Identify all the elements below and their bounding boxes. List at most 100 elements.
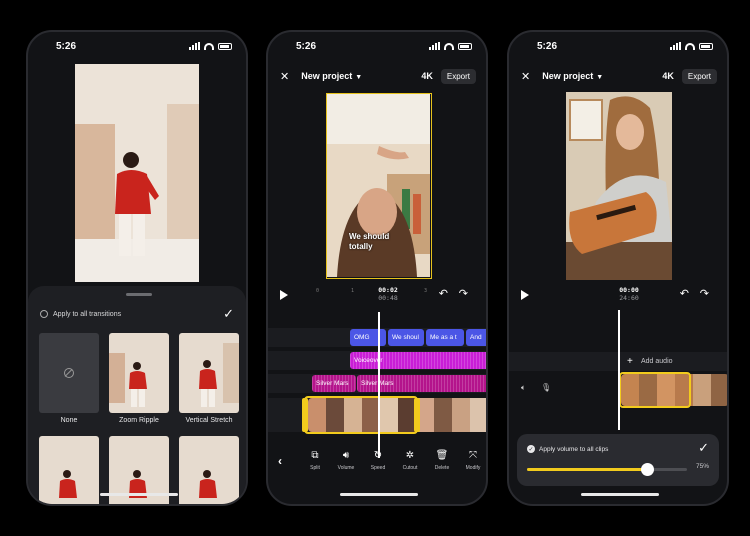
redo-icon[interactable]: ↷ bbox=[700, 287, 709, 300]
speaker-icon[interactable]: 🔈︎ bbox=[521, 383, 526, 393]
transition-label: None bbox=[60, 417, 78, 424]
clip-trim-handle-right[interactable] bbox=[414, 398, 420, 432]
editor-header: ✕ New project ▼ 4K Export bbox=[280, 68, 476, 84]
undo-icon[interactable]: ↶ bbox=[439, 287, 448, 300]
radio-icon[interactable] bbox=[40, 310, 48, 318]
tool-modify[interactable]: ⤧ Modify bbox=[458, 450, 486, 471]
chevron-down-icon: ▼ bbox=[596, 74, 604, 81]
volume-icon: 🔊︎ bbox=[342, 450, 350, 461]
redo-icon[interactable]: ↷ bbox=[459, 287, 468, 300]
project-title-dropdown[interactable]: New project ▼ bbox=[301, 71, 421, 81]
text-clip[interactable]: Me as a t bbox=[426, 329, 464, 346]
volume-percent: 75% bbox=[695, 463, 709, 470]
battery-icon bbox=[458, 42, 472, 50]
transition-label: Zoom Ripple bbox=[119, 417, 159, 424]
play-icon[interactable] bbox=[521, 290, 529, 300]
wifi-icon bbox=[204, 42, 214, 50]
text-clip[interactable]: OMG bbox=[350, 329, 386, 346]
ruler-tick: 0 bbox=[316, 288, 320, 294]
resolution-label[interactable]: 4K bbox=[662, 71, 674, 81]
voiceover-clip[interactable]: Voiceover bbox=[350, 352, 486, 369]
split-icon: ⧉ bbox=[311, 450, 319, 461]
sheet-grabber[interactable] bbox=[126, 293, 152, 296]
volume-slider-knob[interactable] bbox=[640, 463, 654, 476]
transition-tile-none[interactable]: None bbox=[39, 333, 99, 428]
preview-image bbox=[75, 64, 199, 282]
preview-image bbox=[566, 92, 672, 280]
transitions-sheet: Apply to all transitions ✓ None Zoom Rip… bbox=[28, 286, 246, 504]
tool-delete[interactable]: 🗑︎ Delete bbox=[427, 450, 457, 471]
export-button[interactable]: Export bbox=[440, 68, 476, 84]
ruler-tick: 3 bbox=[424, 288, 428, 294]
volume-slider-fill bbox=[527, 468, 647, 471]
project-title-dropdown[interactable]: New project ▼ bbox=[542, 71, 662, 81]
text-clip[interactable]: We shoul bbox=[388, 329, 424, 346]
ruler-tick: 1 bbox=[351, 288, 355, 294]
modify-icon: ⤧ bbox=[469, 450, 477, 461]
close-icon[interactable]: ✕ bbox=[280, 70, 289, 83]
phone-transitions: 5:26 Apply to all transitions ✓ None Zoo… bbox=[26, 30, 248, 506]
home-indicator bbox=[340, 493, 418, 496]
status-time: 5:26 bbox=[56, 41, 77, 52]
add-audio-label: Add audio bbox=[641, 358, 673, 365]
battery-icon bbox=[218, 42, 232, 50]
status-time: 5:26 bbox=[537, 41, 558, 52]
transition-tile-6[interactable] bbox=[179, 436, 239, 504]
transition-tile-4[interactable] bbox=[39, 436, 99, 504]
playhead[interactable] bbox=[378, 312, 380, 458]
confirm-check-icon[interactable]: ✓ bbox=[698, 440, 709, 456]
status-bar: 5:26 bbox=[509, 41, 727, 55]
selected-video-clip[interactable] bbox=[304, 396, 418, 434]
resolution-label[interactable]: 4K bbox=[421, 71, 433, 81]
timecode-duration: 24:60 bbox=[619, 294, 639, 302]
play-icon[interactable] bbox=[280, 290, 288, 300]
tool-cutout[interactable]: ✲ Cutout bbox=[395, 450, 425, 471]
volume-panel: ✓ Apply volume to all clips ✓ 75% bbox=[517, 434, 719, 486]
tool-volume[interactable]: 🔊︎ Volume bbox=[331, 450, 361, 471]
tool-split[interactable]: ⧉ Split bbox=[300, 450, 330, 471]
battery-icon bbox=[699, 42, 713, 50]
signal-icon bbox=[670, 42, 681, 50]
home-indicator bbox=[100, 493, 178, 496]
undo-icon[interactable]: ↶ bbox=[680, 287, 689, 300]
transition-grid: None Zoom Ripple Vertical Stretch bbox=[39, 333, 239, 504]
editor-header: ✕ New project ▼ 4K Export bbox=[521, 68, 717, 84]
video-preview bbox=[566, 92, 672, 280]
back-chevron-icon[interactable]: ‹ bbox=[278, 454, 282, 468]
transport-bar: 00:00 24:60 ↶ ↷ bbox=[519, 286, 717, 306]
close-icon[interactable]: ✕ bbox=[521, 70, 530, 83]
phone-volume: 5:26 ✕ New project ▼ 4K Export 00:00 24:6… bbox=[507, 30, 729, 506]
playhead[interactable] bbox=[618, 310, 620, 430]
transition-tile-zoom-ripple[interactable]: Zoom Ripple bbox=[109, 333, 169, 428]
status-bar: 5:26 bbox=[268, 41, 486, 55]
home-indicator bbox=[581, 493, 659, 496]
tile-thumbnail bbox=[109, 333, 169, 413]
wifi-icon bbox=[685, 42, 695, 50]
timecode-duration: 00:48 bbox=[378, 294, 398, 302]
none-icon bbox=[64, 368, 74, 378]
video-preview bbox=[75, 64, 199, 282]
clip-trim-handle-left[interactable] bbox=[302, 398, 308, 432]
transition-label: Vertical Stretch bbox=[185, 417, 233, 424]
microphone-icon[interactable]: 🎙︎ bbox=[541, 383, 551, 392]
checkbox-checked-icon[interactable]: ✓ bbox=[527, 445, 535, 453]
text-clip[interactable]: And bbox=[466, 329, 486, 346]
selected-video-clip[interactable] bbox=[619, 372, 691, 408]
apply-all-transitions-row[interactable]: Apply to all transitions ✓ bbox=[40, 306, 234, 322]
timecode: 00:02 00:48 bbox=[366, 286, 410, 302]
confirm-check-icon[interactable]: ✓ bbox=[223, 306, 234, 322]
apply-volume-all-row[interactable]: ✓ Apply volume to all clips bbox=[527, 445, 608, 453]
music-clip[interactable]: Silver Mars bbox=[357, 375, 486, 392]
status-time: 5:26 bbox=[296, 41, 317, 52]
transition-tile-vertical-stretch[interactable]: Vertical Stretch bbox=[179, 333, 239, 428]
tile-thumbnail bbox=[179, 436, 239, 504]
wifi-icon bbox=[444, 42, 454, 50]
apply-all-transitions-label: Apply to all transitions bbox=[53, 310, 122, 318]
export-button[interactable]: Export bbox=[681, 68, 717, 84]
music-clip[interactable]: Silver Mars bbox=[312, 375, 356, 392]
timecode-current: 00:02 bbox=[378, 286, 398, 294]
volume-slider[interactable] bbox=[527, 463, 687, 476]
video-caption: We should totally bbox=[349, 232, 390, 251]
cutout-icon: ✲ bbox=[405, 450, 415, 461]
signal-icon bbox=[429, 42, 440, 50]
